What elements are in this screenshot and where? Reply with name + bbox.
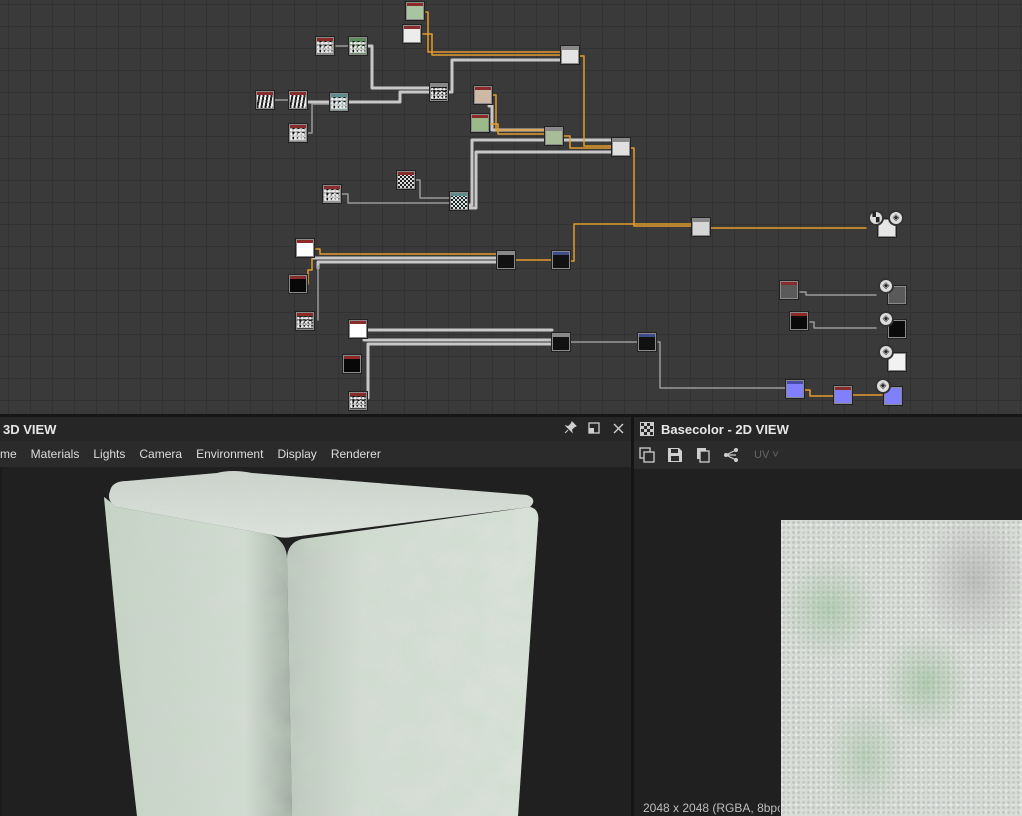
graph-node[interactable]: [450, 192, 468, 210]
cube-output-icon: ◈: [878, 344, 894, 360]
graph-node[interactable]: [406, 2, 424, 20]
close-icon[interactable]: [611, 422, 625, 437]
graph-node[interactable]: [289, 275, 307, 293]
cube-left-face: [104, 497, 292, 816]
rendered-cube: [104, 471, 539, 816]
menu-environment[interactable]: Environment: [189, 447, 270, 461]
copy-view-icon[interactable]: [638, 446, 656, 464]
graph-node[interactable]: [289, 124, 307, 142]
basecolor-texture-preview: [781, 520, 1022, 816]
node-graph[interactable]: ▚ ◈ ◈ ◈ ◈ ◈: [0, 0, 1022, 414]
graph-node[interactable]: [330, 93, 348, 111]
cube-output-icon: ◈: [888, 210, 904, 226]
graph-node[interactable]: [790, 312, 808, 330]
uv-label: UV: [754, 449, 770, 461]
view-2d-panel: Basecolor - 2D VIEW UV ˅ 2048 x 2048 (RG…: [634, 417, 1022, 816]
graph-node[interactable]: [692, 218, 710, 236]
graph-node[interactable]: [638, 333, 656, 351]
menu-lights[interactable]: Lights: [86, 447, 132, 461]
graph-node[interactable]: [786, 380, 804, 398]
view-3d-menubar: me Materials Lights Camera Environment D…: [0, 441, 631, 467]
cube-output-icon: ◈: [878, 311, 894, 327]
graph-node[interactable]: [834, 386, 852, 404]
view-3d-panel: 3D VIEW me Materials Lights Camera Envir…: [0, 417, 631, 816]
graph-wires: [273, 11, 883, 400]
graph-node[interactable]: [403, 25, 421, 43]
graph-node[interactable]: [780, 281, 798, 299]
graph-node[interactable]: [561, 46, 579, 64]
wire-orange: [307, 11, 883, 397]
chevron-down-icon: ˅: [772, 449, 779, 461]
graph-node[interactable]: [343, 355, 361, 373]
view-3d-viewport[interactable]: [2, 467, 631, 816]
graph-node[interactable]: [316, 37, 334, 55]
graph-node[interactable]: [296, 239, 314, 257]
float-window-icon[interactable]: [587, 421, 601, 437]
pin-icon[interactable]: [563, 421, 577, 437]
menu-display[interactable]: Display: [270, 447, 323, 461]
graph-node[interactable]: [474, 86, 492, 104]
uv-dropdown[interactable]: UV ˅: [754, 449, 779, 461]
texture-resolution-label: 2048 x 2048 (RGBA, 8bpc): [643, 801, 780, 815]
graph-node[interactable]: [552, 333, 570, 351]
menu-materials[interactable]: Materials: [24, 447, 87, 461]
cube-right-face: [287, 507, 539, 816]
graph-node[interactable]: [323, 185, 341, 203]
graph-node[interactable]: [349, 37, 367, 55]
view-3d-titlebar: 3D VIEW: [0, 417, 631, 441]
share-icon[interactable]: [722, 446, 740, 464]
graph-node[interactable]: [349, 320, 367, 338]
graph-node[interactable]: [397, 171, 415, 189]
graph-node[interactable]: [256, 91, 274, 109]
menu-scene[interactable]: me: [0, 447, 24, 461]
view-2d-canvas[interactable]: 2048 x 2048 (RGBA, 8bpc): [634, 469, 1022, 816]
menu-renderer[interactable]: Renderer: [324, 447, 388, 461]
cube-output-icon: ◈: [875, 378, 891, 394]
graph-node[interactable]: [430, 83, 448, 101]
graph-node[interactable]: [349, 392, 367, 410]
graph-node[interactable]: [497, 251, 515, 269]
graph-node[interactable]: [289, 91, 307, 109]
checker-icon: [640, 422, 654, 436]
graph-node[interactable]: [545, 127, 563, 145]
save-icon[interactable]: [666, 446, 684, 464]
view-2d-toolbar: UV ˅: [634, 441, 1022, 469]
view-2d-title: Basecolor - 2D VIEW: [661, 421, 789, 437]
graph-node[interactable]: [552, 251, 570, 269]
checker-output-icon: ▚: [868, 210, 884, 226]
view-3d-title: 3D VIEW: [3, 421, 57, 437]
cube-output-icon: ◈: [878, 278, 894, 294]
view-2d-titlebar: Basecolor - 2D VIEW: [634, 417, 1022, 441]
graph-node[interactable]: [612, 138, 630, 156]
menu-camera[interactable]: Camera: [132, 447, 189, 461]
clipboard-icon[interactable]: [694, 446, 712, 464]
graph-node[interactable]: [296, 312, 314, 330]
graph-node[interactable]: [471, 114, 489, 132]
